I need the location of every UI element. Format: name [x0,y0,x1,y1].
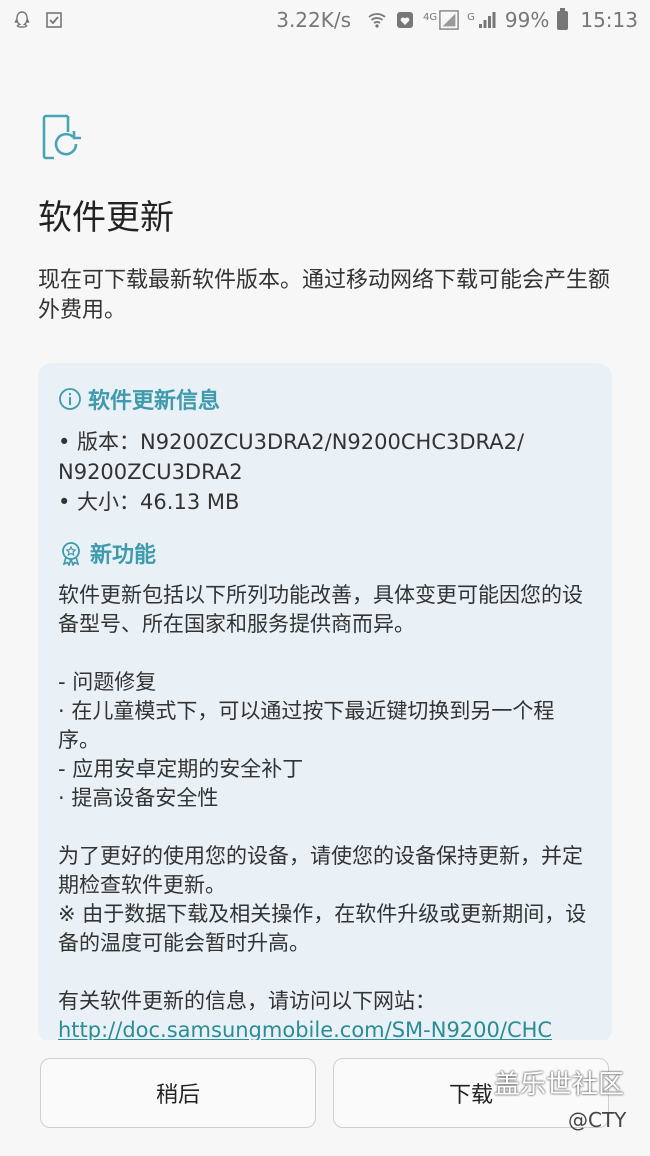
info-icon [59,388,81,410]
network-speed: 3.22K/s [276,8,352,32]
info-list: • 版本：N9200ZCU3DRA2/N9200CHC3DRA2/ N9200Z… [58,427,592,517]
status-right: 3.22K/s 4G G 99% 15:13 [276,7,638,32]
later-button[interactable]: 稍后 [40,1058,316,1128]
wifi-icon [368,13,386,28]
watermark: 盖乐世社区 [494,1070,625,1100]
battery-percent: 99% [504,8,550,32]
qq-icon [14,11,30,28]
signal-icon [478,12,496,28]
net-type-1: 4G [423,12,438,23]
size-line: • 大小：46.13 MB [58,490,240,514]
info-website-link[interactable]: http://doc.samsungmobile.com/SM-N9200/CH… [58,1016,592,1043]
page-description: 现在可下载最新软件版本。通过移动网络下载可能会产生额外费用。 [38,268,611,323]
heart-badge-icon [397,12,414,28]
watermark-author: @CTY [568,1108,627,1132]
award-icon [62,542,80,566]
signal-box-icon [439,10,459,30]
features-heading-label: 新功能 [90,543,157,568]
features-section-heading: 新功能 [58,537,592,569]
battery-icon [557,7,569,30]
version-line-2: N9200ZCU3DRA2 [58,460,243,484]
features-description: 软件更新包括以下所列功能改善，具体变更可能因您的设备型号、所在国家和服务提供商而… [58,583,587,1013]
software-update-icon [42,114,81,160]
status-left [12,10,64,30]
update-info-card[interactable]: 软件更新信息 • 版本：N9200ZCU3DRA2/N9200CHC3DRA2/… [38,363,612,1043]
version-line-1: • 版本：N9200ZCU3DRA2/N9200CHC3DRA2/ [58,430,525,454]
net-type-2: G [467,12,475,23]
info-heading-label: 软件更新信息 [88,389,221,414]
page-title: 软件更新 [38,198,174,238]
info-section-heading: 软件更新信息 [58,383,592,415]
clock: 15:13 [580,8,638,32]
status-bar: 3.22K/s 4G G 99% 15:13 [0,0,650,40]
checkbox-icon [46,12,62,28]
